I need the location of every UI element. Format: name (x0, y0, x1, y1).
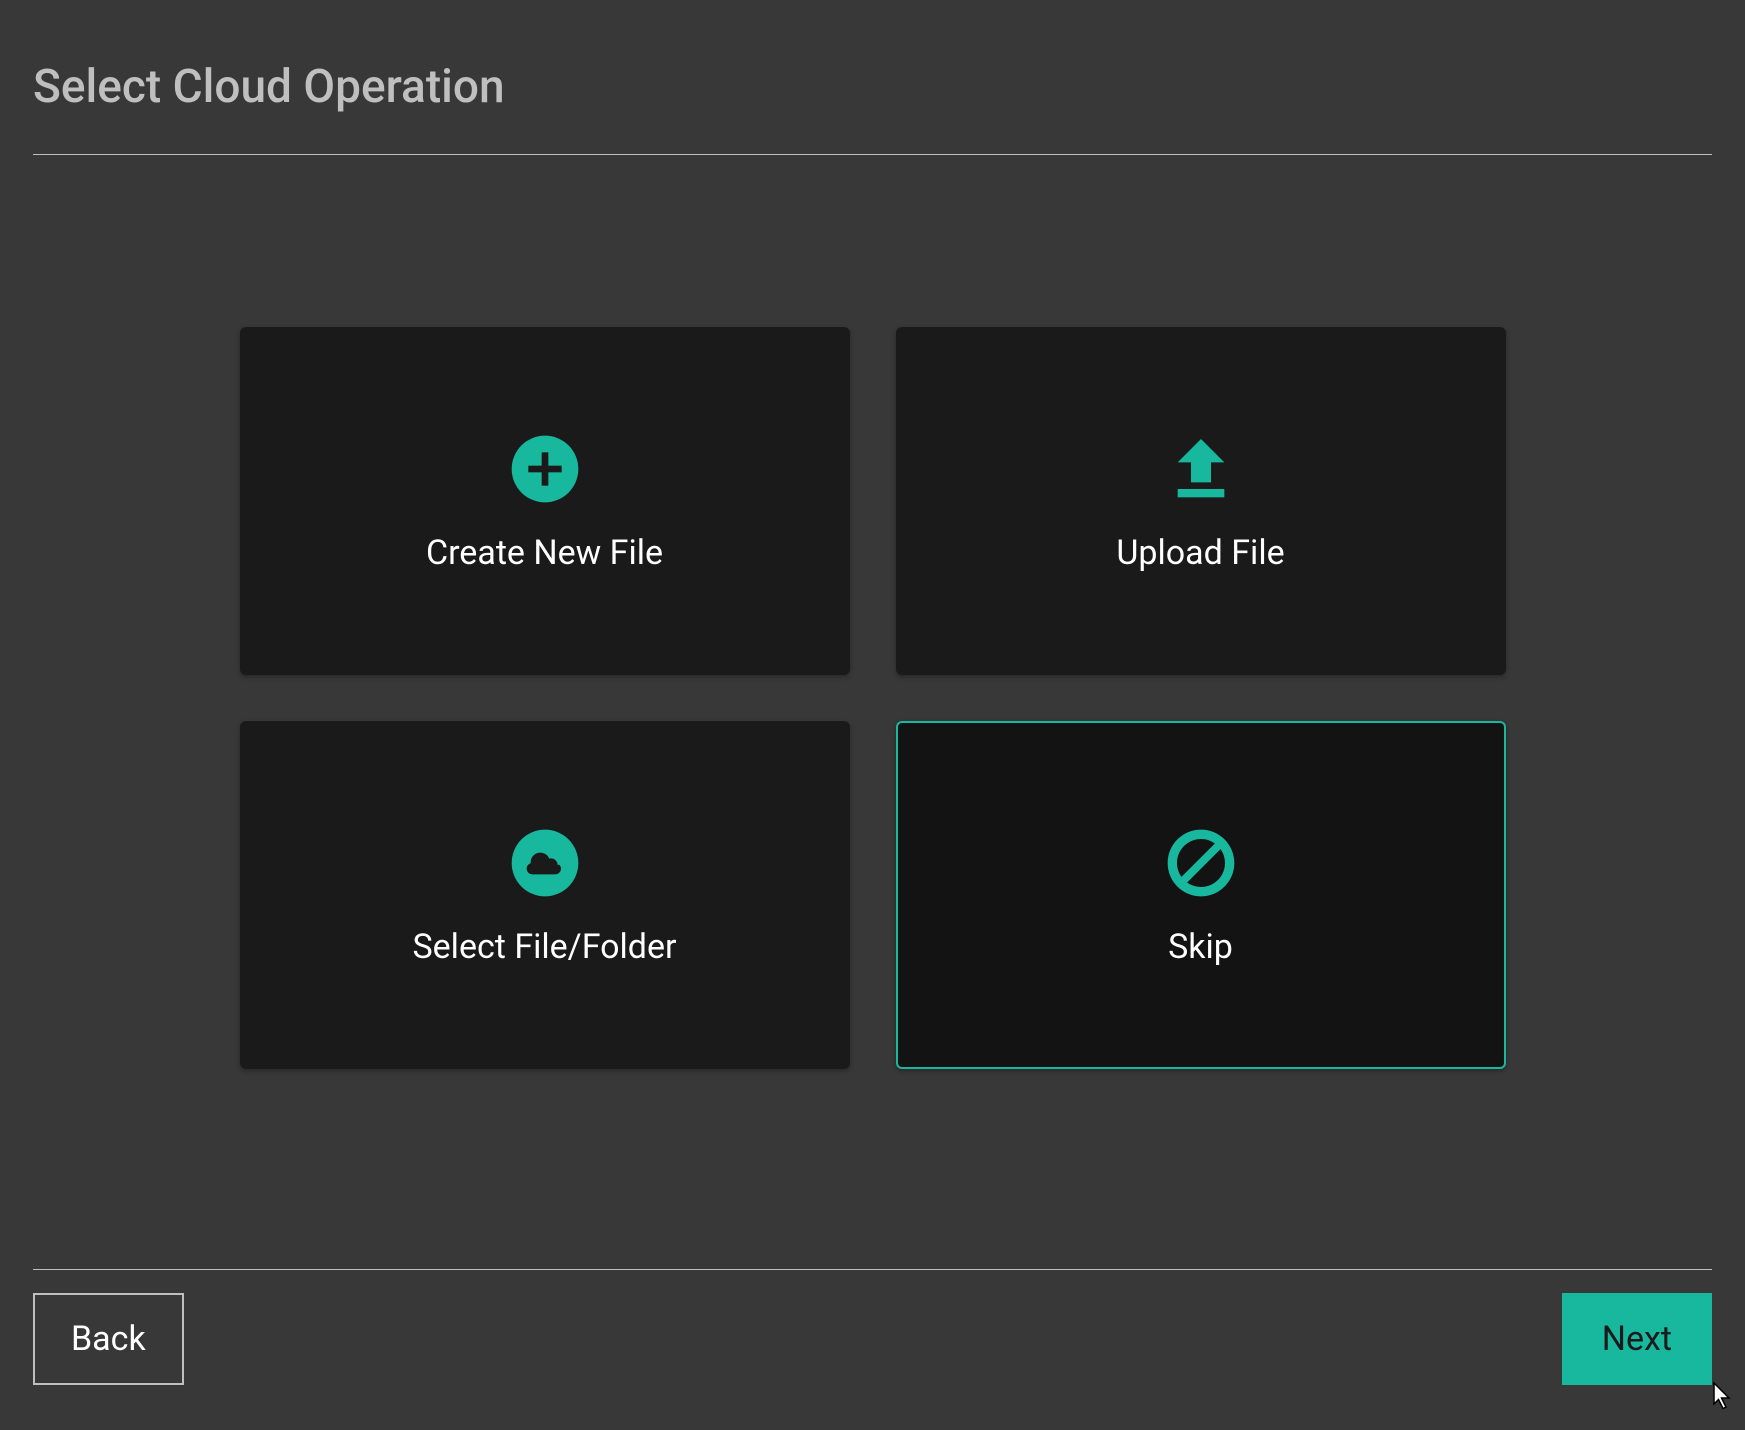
create-new-file-card[interactable]: Create New File (240, 327, 850, 675)
bottom-divider (33, 1269, 1712, 1270)
upload-icon (1161, 429, 1241, 509)
add-circle-icon (505, 429, 585, 509)
create-new-file-label: Create New File (426, 533, 663, 573)
cursor-pointer-icon (1705, 1380, 1735, 1420)
footer-button-row: Back Next (33, 1293, 1712, 1385)
select-file-folder-label: Select File/Folder (412, 927, 676, 967)
back-button[interactable]: Back (33, 1293, 184, 1385)
option-card-grid: Create New File Upload File Select File/… (0, 155, 1745, 1069)
skip-label: Skip (1168, 927, 1233, 967)
upload-file-label: Upload File (1116, 533, 1284, 573)
not-interested-icon (1161, 823, 1241, 903)
next-button[interactable]: Next (1562, 1293, 1712, 1385)
skip-card[interactable]: Skip (896, 721, 1506, 1069)
upload-file-card[interactable]: Upload File (896, 327, 1506, 675)
select-file-folder-card[interactable]: Select File/Folder (240, 721, 850, 1069)
page-title: Select Cloud Operation (0, 0, 1745, 154)
cloud-icon (505, 823, 585, 903)
